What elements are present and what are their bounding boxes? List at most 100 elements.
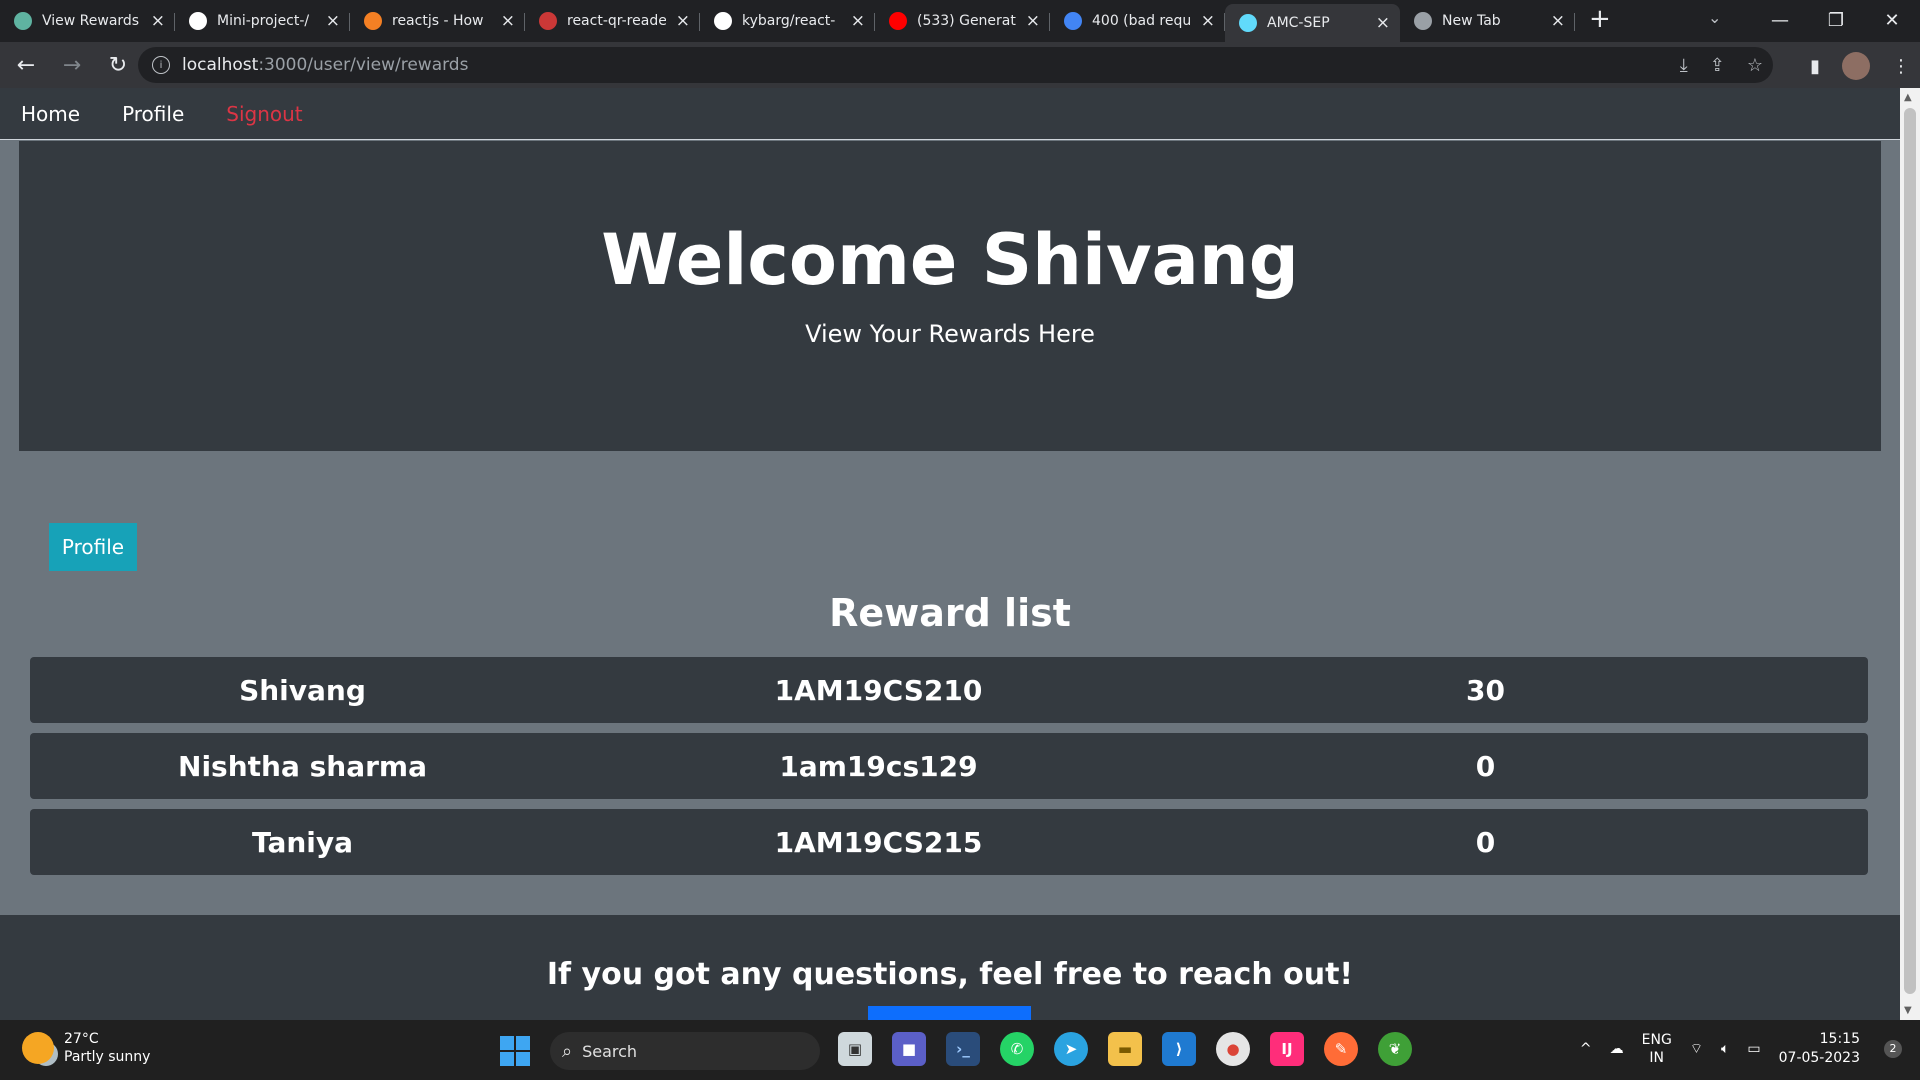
system-tray: ^ ☁ ENG IN ⌔ 🔈︎ ▭ 15:15 07-05-2023 <box>1580 1030 1860 1068</box>
footer-text: If you got any questions, feel free to r… <box>546 957 1354 992</box>
taskbar-search-label: Search <box>582 1041 638 1061</box>
browser-tab[interactable]: reactjs - How × <box>350 4 525 38</box>
browser-tab[interactable]: AMC-SEP × <box>1225 4 1400 42</box>
bookmark-star-icon[interactable]: ☆ <box>1747 55 1763 76</box>
tab-close-icon[interactable]: × <box>326 11 340 31</box>
tab-title: New Tab <box>1442 13 1501 29</box>
new-tab-button[interactable]: + <box>1589 4 1611 34</box>
nav-profile-link[interactable]: Profile <box>122 102 184 126</box>
show-hidden-icons-icon[interactable]: ^ <box>1580 1041 1592 1057</box>
react-icon <box>1239 14 1257 32</box>
browser-tab[interactable]: New Tab × <box>1400 4 1575 38</box>
windows-start-icon[interactable] <box>500 1036 530 1066</box>
github-icon <box>189 12 207 30</box>
task-view-icon[interactable]: ▣ <box>838 1032 872 1066</box>
tab-search-icon[interactable]: ⌄ <box>1708 8 1721 27</box>
tab-close-icon[interactable]: × <box>501 11 515 31</box>
close-window-icon[interactable]: ✕ <box>1864 10 1920 31</box>
tab-close-icon[interactable]: × <box>676 11 690 31</box>
tab-title: react-qr-reade <box>567 13 666 29</box>
reward-list-title: Reward list <box>829 591 1071 635</box>
google-icon <box>1064 12 1082 30</box>
minimize-icon[interactable]: — <box>1752 10 1808 31</box>
windows-taskbar: 27°C Partly sunny ⌕ Search ▣ ■ ›_ ✆ ➤ ▬ … <box>0 1020 1920 1080</box>
tab-title: kybarg/react- <box>742 13 836 29</box>
tab-close-icon[interactable]: × <box>851 11 865 31</box>
onedrive-icon[interactable]: ☁ <box>1610 1041 1624 1057</box>
contact-button[interactable] <box>868 1006 1031 1020</box>
clock[interactable]: 15:15 07-05-2023 <box>1779 1030 1860 1068</box>
profile-button[interactable]: Profile <box>49 523 137 571</box>
powershell-icon[interactable]: ›_ <box>946 1032 980 1066</box>
weather-widget[interactable]: 27°C Partly sunny <box>22 1030 150 1066</box>
notification-badge[interactable]: 2 <box>1884 1040 1902 1058</box>
reward-row: Shivang 1AM19CS210 30 <box>30 657 1868 723</box>
browser-tab[interactable]: 400 (bad requ × <box>1050 4 1225 38</box>
reward-usn: 1am19cs129 <box>779 749 978 783</box>
back-icon[interactable]: ← <box>6 53 46 78</box>
file-explorer-icon[interactable]: ▬ <box>1108 1032 1142 1066</box>
browser-tab-strip: View Rewards × Mini-project-/× reactjs - Ho… <box>0 0 1920 42</box>
github-icon <box>714 12 732 30</box>
teams-chat-icon[interactable]: ■ <box>892 1032 926 1066</box>
telegram-icon[interactable]: ➤ <box>1054 1032 1088 1066</box>
whatsapp-icon[interactable]: ✆ <box>1000 1032 1034 1066</box>
chrome-icon <box>1414 12 1432 30</box>
lang-top: ENG <box>1641 1032 1672 1048</box>
page-scrollbar[interactable]: ▲ ▼ <box>1900 88 1920 1020</box>
language-indicator[interactable]: ENG IN <box>1642 1031 1672 1067</box>
scroll-up-icon[interactable]: ▲ <box>1904 92 1912 103</box>
window-controls: — ❐ ✕ <box>1752 0 1920 40</box>
tab-close-icon[interactable]: × <box>1026 11 1040 31</box>
tab-close-icon[interactable]: × <box>151 11 165 31</box>
weather-desc: Partly sunny <box>64 1049 151 1065</box>
browser-tab[interactable]: react-qr-reade × <box>525 4 700 38</box>
tab-close-icon[interactable]: × <box>1551 11 1565 31</box>
reward-row: Nishtha sharma 1am19cs129 0 <box>30 733 1868 799</box>
menu-kebab-icon[interactable]: ⋮ <box>1892 56 1910 77</box>
nav-home-link[interactable]: Home <box>21 102 80 126</box>
youtube-icon <box>889 12 907 30</box>
mongodb-icon[interactable]: ❦ <box>1378 1032 1412 1066</box>
lang-bottom: IN <box>1649 1050 1665 1066</box>
chrome-icon[interactable]: ● <box>1216 1032 1250 1066</box>
nav-signout-link[interactable]: Signout <box>226 102 302 126</box>
install-icon[interactable]: ⤓ <box>1680 55 1688 76</box>
app-icon <box>14 12 32 30</box>
reward-name: Nishtha sharma <box>178 749 427 783</box>
tab-title: 400 (bad requ <box>1092 13 1191 29</box>
restore-icon[interactable]: ❐ <box>1808 10 1864 31</box>
scrollbar-thumb[interactable] <box>1904 108 1916 994</box>
reload-icon[interactable]: ↻ <box>98 53 138 78</box>
browser-tab[interactable]: kybarg/react- × <box>700 4 875 38</box>
profile-avatar[interactable] <box>1842 52 1870 80</box>
url-host: localhost <box>182 55 259 75</box>
volume-icon[interactable]: 🔈︎ <box>1721 1041 1729 1057</box>
welcome-subtitle: View Your Rewards Here <box>805 320 1095 348</box>
tab-close-icon[interactable]: × <box>1376 13 1390 33</box>
taskbar-search[interactable]: ⌕ Search <box>550 1032 820 1070</box>
postman-icon[interactable]: ✎ <box>1324 1032 1358 1066</box>
address-bar[interactable]: i localhost:3000/user/view/rewards ⤓ ⇪ ☆ <box>138 47 1773 83</box>
browser-tab[interactable]: (533) Generat × <box>875 4 1050 38</box>
scroll-down-icon[interactable]: ▼ <box>1904 1005 1912 1016</box>
weather-temp: 27°C <box>64 1031 99 1047</box>
reward-row: Taniya 1AM19CS215 0 <box>30 809 1868 875</box>
battery-icon[interactable]: ▭ <box>1747 1041 1760 1057</box>
browser-tab[interactable]: Mini-project-/ × <box>175 4 350 38</box>
forward-icon[interactable]: → <box>52 53 92 78</box>
vscode-icon[interactable]: ⟩ <box>1162 1032 1196 1066</box>
browser-tab[interactable]: View Rewards × <box>0 4 175 38</box>
url-path: :3000/user/view/rewards <box>258 55 469 75</box>
side-panel-icon[interactable]: ▮ <box>1810 56 1820 77</box>
wifi-icon[interactable]: ⌔ <box>1690 1040 1703 1058</box>
page-viewport: Home Profile Signout Welcome Shivang Vie… <box>0 88 1900 1020</box>
share-icon[interactable]: ⇪ <box>1710 55 1725 76</box>
tab-list: View Rewards × Mini-project-/× reactjs - Ho… <box>0 0 1575 42</box>
tab-close-icon[interactable]: × <box>1201 11 1215 31</box>
intellij-icon[interactable]: IJ <box>1270 1032 1304 1066</box>
page-footer: If you got any questions, feel free to r… <box>0 915 1900 1020</box>
tab-title: reactjs - How <box>392 13 484 29</box>
npm-icon <box>539 12 557 30</box>
site-info-icon[interactable]: i <box>152 56 170 74</box>
